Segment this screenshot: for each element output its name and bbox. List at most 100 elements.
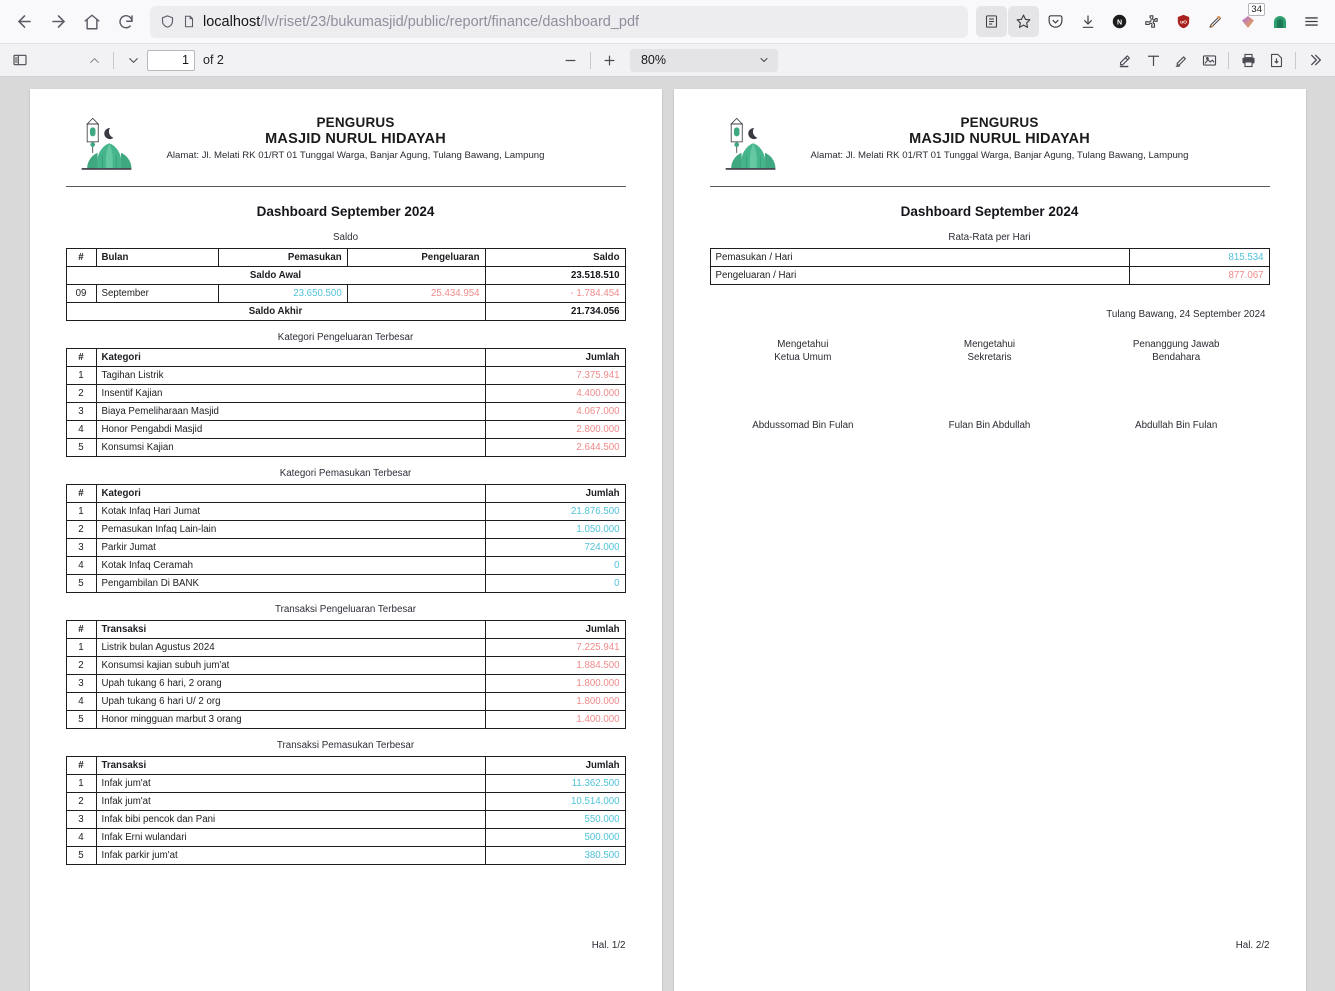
shield-icon[interactable] bbox=[160, 14, 175, 29]
rata-rata-table: Pemasukan / Hari 815.534 Pengeluaran / H… bbox=[709, 248, 1270, 285]
highlight-tool-icon[interactable] bbox=[1111, 47, 1139, 73]
url-bar[interactable]: localhost/lv/riset/23/bukumasjid/public/… bbox=[150, 5, 968, 38]
puzzle-extension-icon[interactable] bbox=[1136, 6, 1167, 37]
row-amount: 500.000 bbox=[484, 828, 626, 847]
section-title-kategori-pengeluaran: Kategori Pengeluaran Terbesar bbox=[277, 332, 414, 343]
table-header-row: # Bulan Pemasukan Pengeluaran Saldo bbox=[65, 248, 626, 267]
row-saldo: - 1.784.454 bbox=[484, 284, 626, 303]
pdf-page-2: PENGURUS MASJID NURUL HIDAYAH Alamat: Jl… bbox=[673, 89, 1306, 991]
more-tools-icon[interactable] bbox=[1301, 47, 1329, 73]
saldo-akhir-label: Saldo Akhir bbox=[65, 302, 486, 321]
row-amount: 0 bbox=[484, 556, 626, 575]
col-saldo: Saldo bbox=[484, 248, 626, 267]
firefox-account-icon[interactable] bbox=[1264, 6, 1295, 37]
downloads-icon[interactable] bbox=[1072, 6, 1103, 37]
row-amount: 7.375.941 bbox=[484, 366, 626, 385]
print-icon[interactable] bbox=[1234, 47, 1262, 73]
reader-view-icon[interactable] bbox=[976, 6, 1007, 37]
table-row: 1 Tagihan Listrik 7.375.941 bbox=[65, 366, 626, 385]
col-bulan: Bulan bbox=[95, 248, 219, 267]
row-amount: 11.362.500 bbox=[484, 774, 626, 793]
row-amount: 1.050.000 bbox=[484, 520, 626, 539]
row-amount: 4.067.000 bbox=[484, 402, 626, 421]
svg-text:uO: uO bbox=[1180, 20, 1187, 26]
browser-toolbar-icons: N uO 34 bbox=[976, 3, 1327, 37]
notion-extension-icon[interactable]: N bbox=[1104, 6, 1135, 37]
ublock-origin-icon[interactable]: uO bbox=[1168, 6, 1199, 37]
table-row: 2 Infak jum'at 10.514.000 bbox=[65, 792, 626, 811]
org-address: Alamat: Jl. Melati RK 01/RT 01 Tunggal W… bbox=[810, 150, 1189, 161]
minus-icon[interactable] bbox=[557, 47, 585, 73]
header-divider bbox=[65, 186, 626, 187]
row-no: 5 bbox=[65, 710, 97, 729]
row-no: 3 bbox=[65, 538, 97, 557]
col-transaksi: Transaksi bbox=[95, 756, 486, 775]
table-row: 2 Konsumsi kajian subuh jum'at 1.884.500 bbox=[65, 656, 626, 675]
url-text: localhost/lv/riset/23/bukumasjid/public/… bbox=[203, 14, 639, 30]
app-menu-icon[interactable] bbox=[1296, 6, 1327, 37]
pdf-page-1: PENGURUS MASJID NURUL HIDAYAH Alamat: Jl… bbox=[29, 89, 662, 991]
image-tool-icon[interactable] bbox=[1195, 47, 1223, 73]
forward-arrow-icon[interactable] bbox=[42, 6, 74, 38]
zoom-level-select[interactable]: 80% bbox=[629, 48, 778, 72]
row-amount: 0 bbox=[484, 574, 626, 593]
row-label: Infak bibi pencok dan Pani bbox=[95, 810, 486, 829]
pdf-page-container[interactable]: PENGURUS MASJID NURUL HIDAYAH Alamat: Jl… bbox=[0, 77, 1335, 991]
page-title: Dashboard September 2024 bbox=[256, 204, 435, 219]
col-jumlah: Jumlah bbox=[484, 484, 626, 503]
toolbar-divider-3 bbox=[1228, 51, 1230, 69]
row-amount: 1.800.000 bbox=[484, 674, 626, 693]
svg-text:N: N bbox=[1117, 18, 1122, 26]
row-label: Honor mingguan marbut 3 orang bbox=[95, 710, 486, 729]
back-arrow-icon[interactable] bbox=[8, 6, 40, 38]
col-kategori: Kategori bbox=[95, 348, 486, 367]
row-no: 3 bbox=[65, 402, 97, 421]
table-row-saldo-awal: Saldo Awal 23.518.510 bbox=[65, 266, 626, 285]
signature-name: Abdullah Bin Fulan bbox=[1135, 420, 1218, 431]
col-jumlah: Jumlah bbox=[484, 756, 626, 775]
text-tool-icon[interactable] bbox=[1139, 47, 1167, 73]
chevron-up-icon[interactable] bbox=[80, 47, 108, 73]
pocket-icon[interactable] bbox=[1040, 6, 1071, 37]
row-label: Infak jum'at bbox=[95, 792, 486, 811]
row-amount: 380.500 bbox=[484, 846, 626, 865]
row-label: Infak parkir jum'at bbox=[95, 846, 486, 865]
plus-icon[interactable] bbox=[596, 47, 624, 73]
signature-role-line-1: Penanggung Jawab bbox=[1132, 339, 1220, 350]
sidebar-toggle-icon[interactable] bbox=[6, 47, 34, 73]
col-no: # bbox=[65, 484, 97, 503]
row-label: Parkir Jumat bbox=[95, 538, 486, 557]
page-number-input[interactable] bbox=[147, 49, 195, 71]
reload-icon[interactable] bbox=[110, 6, 142, 38]
table-row: 5 Honor mingguan marbut 3 orang 1.400.000 bbox=[65, 710, 626, 729]
home-icon[interactable] bbox=[76, 6, 108, 38]
org-address: Alamat: Jl. Melati RK 01/RT 01 Tunggal W… bbox=[166, 150, 545, 161]
table-row-saldo-akhir: Saldo Akhir 21.734.056 bbox=[65, 302, 626, 321]
row-no: 2 bbox=[65, 384, 97, 403]
kategori-pemasukan-table: # Kategori Jumlah 1 Kotak Infaq Hari Juma… bbox=[65, 484, 626, 593]
table-row: 1 Kotak Infaq Hari Jumat 21.876.500 bbox=[65, 502, 626, 521]
row-label: Honor Pengabdi Masjid bbox=[95, 420, 486, 439]
row-amount: 1.400.000 bbox=[484, 710, 626, 729]
row-label: Upah tukang 6 hari, 2 orang bbox=[95, 674, 486, 693]
stylus-extension-icon[interactable] bbox=[1200, 6, 1231, 37]
draw-tool-icon[interactable] bbox=[1167, 47, 1195, 73]
row-amount: 1.800.000 bbox=[484, 692, 626, 711]
table-row: 2 Insentif Kajian 4.400.000 bbox=[65, 384, 626, 403]
row-no: 4 bbox=[65, 692, 97, 711]
color-picker-extension-icon[interactable]: 34 bbox=[1232, 3, 1265, 37]
saldo-akhir-value: 21.734.056 bbox=[484, 302, 626, 321]
row-label: Infak jum'at bbox=[95, 774, 486, 793]
row-label: Pemasukan Infaq Lain-lain bbox=[95, 520, 486, 539]
saldo-awal-value: 23.518.510 bbox=[484, 266, 626, 285]
zoom-level-label: 80% bbox=[640, 53, 666, 67]
page-count-label: of 2 bbox=[203, 53, 224, 67]
table-row: 3 Upah tukang 6 hari, 2 orang 1.800.000 bbox=[65, 674, 626, 693]
bookmark-star-icon[interactable] bbox=[1008, 6, 1039, 37]
row-amount: 7.225.941 bbox=[484, 638, 626, 657]
signature-date: Tulang Bawang, 24 September 2024 bbox=[1106, 309, 1266, 320]
chevron-down-icon[interactable] bbox=[119, 47, 147, 73]
row-label: Pemasukan / Hari bbox=[709, 248, 1130, 267]
row-label: Pengeluaran / Hari bbox=[709, 266, 1130, 285]
save-icon[interactable] bbox=[1262, 47, 1290, 73]
